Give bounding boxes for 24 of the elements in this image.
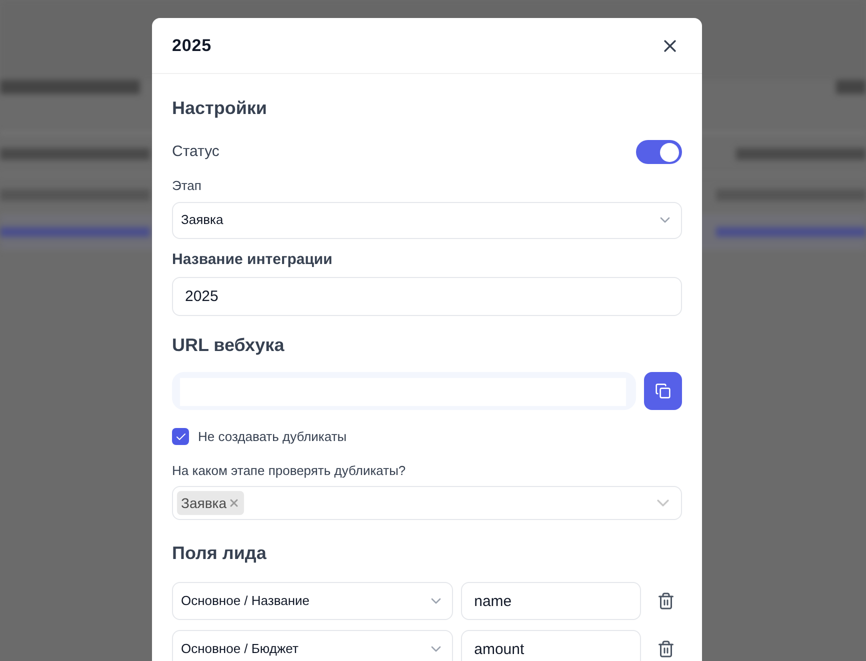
checkbox-label: Не создавать дубликаты <box>198 428 347 446</box>
stage-tag: Заявка <box>177 491 244 515</box>
field-select[interactable]: Основное / Бюджет <box>172 630 454 661</box>
status-toggle[interactable] <box>636 140 682 164</box>
duplicate-stage-label: На каком этапе проверять дубликаты? <box>172 462 407 480</box>
section-heading: Поля лида <box>172 542 268 565</box>
integration-name-label: Название интеграции <box>172 250 334 270</box>
integration-name-input[interactable]: 2025 <box>172 277 682 316</box>
copy-icon <box>655 383 671 399</box>
dialog-title: 2025 <box>172 34 212 57</box>
status-label: Статус <box>172 142 220 162</box>
stage-label: Этап <box>172 177 202 195</box>
field-key-input[interactable]: name <box>461 582 642 620</box>
section-heading: URL вебхука <box>172 334 286 357</box>
stage-select[interactable]: Заявка <box>172 202 682 238</box>
field-key-input[interactable]: amount <box>461 630 642 661</box>
field-select[interactable]: Основное / Название <box>172 582 454 620</box>
checkmark-icon <box>174 430 186 443</box>
checkbox[interactable] <box>172 428 189 446</box>
duplicate-stage-multiselect[interactable]: Заявка <box>172 486 682 520</box>
trash-icon <box>656 640 675 658</box>
section-heading: Настройки <box>172 97 268 120</box>
copy-button[interactable] <box>644 372 682 410</box>
trash-icon <box>656 592 675 610</box>
